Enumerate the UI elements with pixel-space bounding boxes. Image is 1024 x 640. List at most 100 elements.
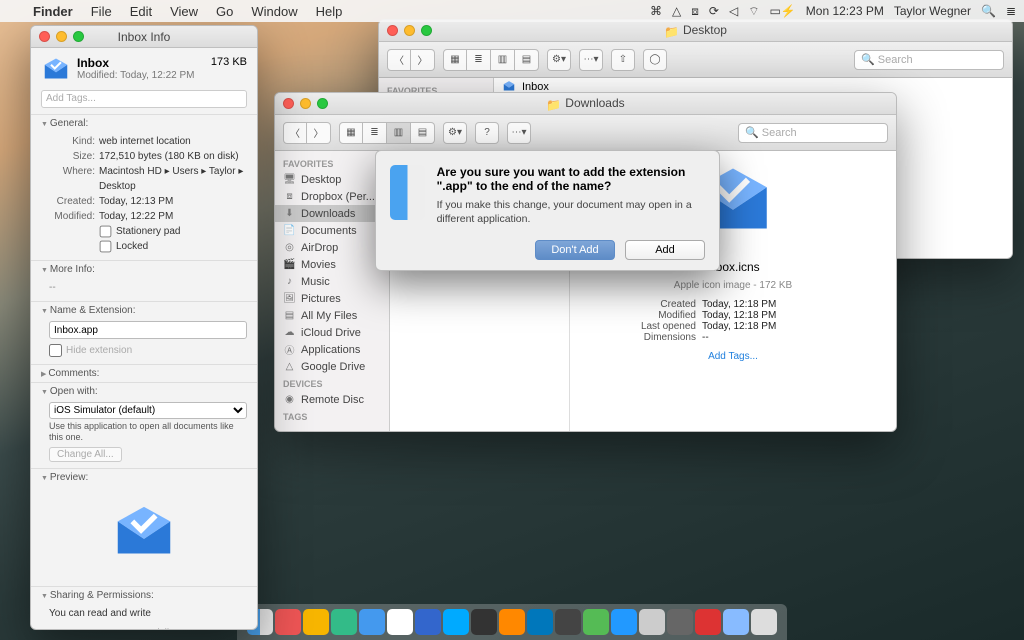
section-general[interactable]: General: [31, 114, 257, 132]
minimize-icon[interactable] [404, 25, 415, 36]
menu-edit[interactable]: Edit [121, 4, 161, 19]
section-moreinfo[interactable]: More Info: [31, 260, 257, 278]
locked-checkbox[interactable] [100, 241, 112, 253]
battery-icon[interactable]: ▭⚡ [770, 4, 796, 18]
help-button[interactable]: ? [475, 122, 499, 144]
column-view-icon[interactable]: ▥ [387, 122, 411, 144]
titlebar[interactable]: Inbox Info [31, 26, 257, 48]
section-preview[interactable]: Preview: [31, 468, 257, 486]
dock-app-icon[interactable] [303, 609, 329, 635]
tags-button[interactable]: ◯ [643, 49, 667, 71]
sidebar-item-desktop[interactable]: 🖥Desktop [275, 171, 389, 188]
coverflow-view-icon[interactable]: ▤ [515, 49, 539, 71]
view-mode-segment[interactable]: ▦ ≣ ▥ ▤ [443, 49, 539, 71]
search-field[interactable]: 🔍 Search [738, 123, 888, 143]
close-icon[interactable] [387, 25, 398, 36]
open-with-select[interactable]: iOS Simulator (default) [49, 402, 247, 419]
sidebar-item-pictures[interactable]: 🖼Pictures [275, 290, 389, 307]
back-button[interactable]: 〈 [387, 49, 411, 71]
add-tags-link[interactable]: Add Tags... [586, 351, 880, 362]
zoom-icon[interactable] [73, 31, 84, 42]
menu-go[interactable]: Go [207, 4, 242, 19]
sidebar-item-airdrop[interactable]: ◎AirDrop [275, 239, 389, 256]
menu-help[interactable]: Help [307, 4, 352, 19]
path-bar[interactable]: 💽 Macintosh HD ▸ 📁 Users ▸ 📁 Taylor ▸ 📁 … [275, 431, 896, 432]
dropbox-icon[interactable]: ⧈ [691, 4, 699, 19]
dock-app-icon[interactable] [555, 609, 581, 635]
search-field[interactable]: 🔍 Search [854, 50, 1004, 70]
action-button[interactable]: ⋯▾ [579, 49, 603, 71]
section-name-extension[interactable]: Name & Extension: [31, 301, 257, 319]
view-mode-segment[interactable]: ▦ ≣ ▥ ▤ [339, 122, 435, 144]
zoom-icon[interactable] [317, 98, 328, 109]
titlebar[interactable]: 📁Downloads [275, 93, 896, 115]
sidebar-item-icloud[interactable]: ☁iCloud Drive [275, 324, 389, 341]
icon-view-icon[interactable]: ▦ [443, 49, 467, 71]
dock-app-icon[interactable] [415, 609, 441, 635]
sidebar-item-downloads[interactable]: ⬇Downloads [275, 205, 389, 222]
wifi-icon[interactable]: ⌔ [748, 4, 759, 19]
minimize-icon[interactable] [300, 98, 311, 109]
spotlight-icon[interactable]: 🔍 [981, 4, 996, 18]
volume-icon[interactable]: ◁ [729, 4, 738, 18]
zoom-icon[interactable] [421, 25, 432, 36]
dock-app-icon[interactable] [387, 609, 413, 635]
forward-button[interactable]: 〉 [411, 49, 435, 71]
hide-extension-checkbox[interactable] [49, 344, 62, 357]
dock-trash-icon[interactable] [751, 609, 777, 635]
add-button[interactable]: Add [625, 240, 705, 260]
section-openwith[interactable]: Open with: [31, 382, 257, 400]
sidebar-item-music[interactable]: ♪Music [275, 273, 389, 290]
menu-window[interactable]: Window [242, 4, 306, 19]
sidebar-item-allmyfiles[interactable]: ▤All My Files [275, 307, 389, 324]
close-icon[interactable] [39, 31, 50, 42]
sidebar-item-documents[interactable]: 📄Documents [275, 222, 389, 239]
titlebar[interactable]: 📁Desktop [379, 20, 1012, 42]
section-comments[interactable]: Comments: [31, 364, 257, 382]
sidebar-item-dropbox[interactable]: ⧈Dropbox (Per... [275, 188, 389, 205]
menu-view[interactable]: View [161, 4, 207, 19]
list-view-icon[interactable]: ≣ [467, 49, 491, 71]
dock-app-icon[interactable] [723, 609, 749, 635]
stationery-checkbox[interactable] [100, 226, 112, 238]
icon-view-icon[interactable]: ▦ [339, 122, 363, 144]
minimize-icon[interactable] [56, 31, 67, 42]
tags-field[interactable]: Add Tags... [41, 90, 247, 108]
dock-app-icon[interactable] [583, 609, 609, 635]
dock-app-icon[interactable] [499, 609, 525, 635]
dock-app-icon[interactable] [611, 609, 637, 635]
dock-app-icon[interactable] [527, 609, 553, 635]
get-info-window[interactable]: Inbox Info Inbox Modified: Today, 12:22 … [30, 25, 258, 630]
dont-add-button[interactable]: Don't Add [535, 240, 615, 260]
close-icon[interactable] [283, 98, 294, 109]
column-view-icon[interactable]: ▥ [491, 49, 515, 71]
user-menu[interactable]: Taylor Wegner [894, 4, 971, 18]
sync-icon[interactable]: ⟳ [709, 4, 719, 18]
action-button[interactable]: ⋯▾ [507, 122, 531, 144]
list-view-icon[interactable]: ≣ [363, 122, 387, 144]
dock-app-icon[interactable] [275, 609, 301, 635]
menu-file[interactable]: File [82, 4, 121, 19]
arrange-button[interactable]: ⚙▾ [443, 122, 467, 144]
section-sharing[interactable]: Sharing & Permissions: [31, 586, 257, 604]
dock-app-icon[interactable] [359, 609, 385, 635]
share-button[interactable]: ⇧ [611, 49, 635, 71]
forward-button[interactable]: 〉 [307, 122, 331, 144]
change-all-button[interactable]: Change All... [49, 447, 122, 462]
coverflow-view-icon[interactable]: ▤ [411, 122, 435, 144]
sidebar-item-applications[interactable]: ⒶApplications [275, 341, 389, 358]
cloud-icon[interactable]: △ [672, 4, 681, 18]
clock[interactable]: Mon 12:23 PM [806, 4, 884, 18]
dock[interactable] [237, 604, 787, 640]
dock-app-icon[interactable] [331, 609, 357, 635]
notification-center-icon[interactable]: ≣ [1006, 4, 1016, 18]
sidebar-item-movies[interactable]: 🎬Movies [275, 256, 389, 273]
back-button[interactable]: 〈 [283, 122, 307, 144]
arrange-button[interactable]: ⚙▾ [547, 49, 571, 71]
dock-app-icon[interactable] [443, 609, 469, 635]
dock-app-icon[interactable] [639, 609, 665, 635]
sidebar-item-remotedisc[interactable]: ◉Remote Disc [275, 391, 389, 408]
dock-app-icon[interactable] [667, 609, 693, 635]
menu-extra-icon[interactable]: ⌘ [650, 4, 662, 18]
dock-app-icon[interactable] [695, 609, 721, 635]
